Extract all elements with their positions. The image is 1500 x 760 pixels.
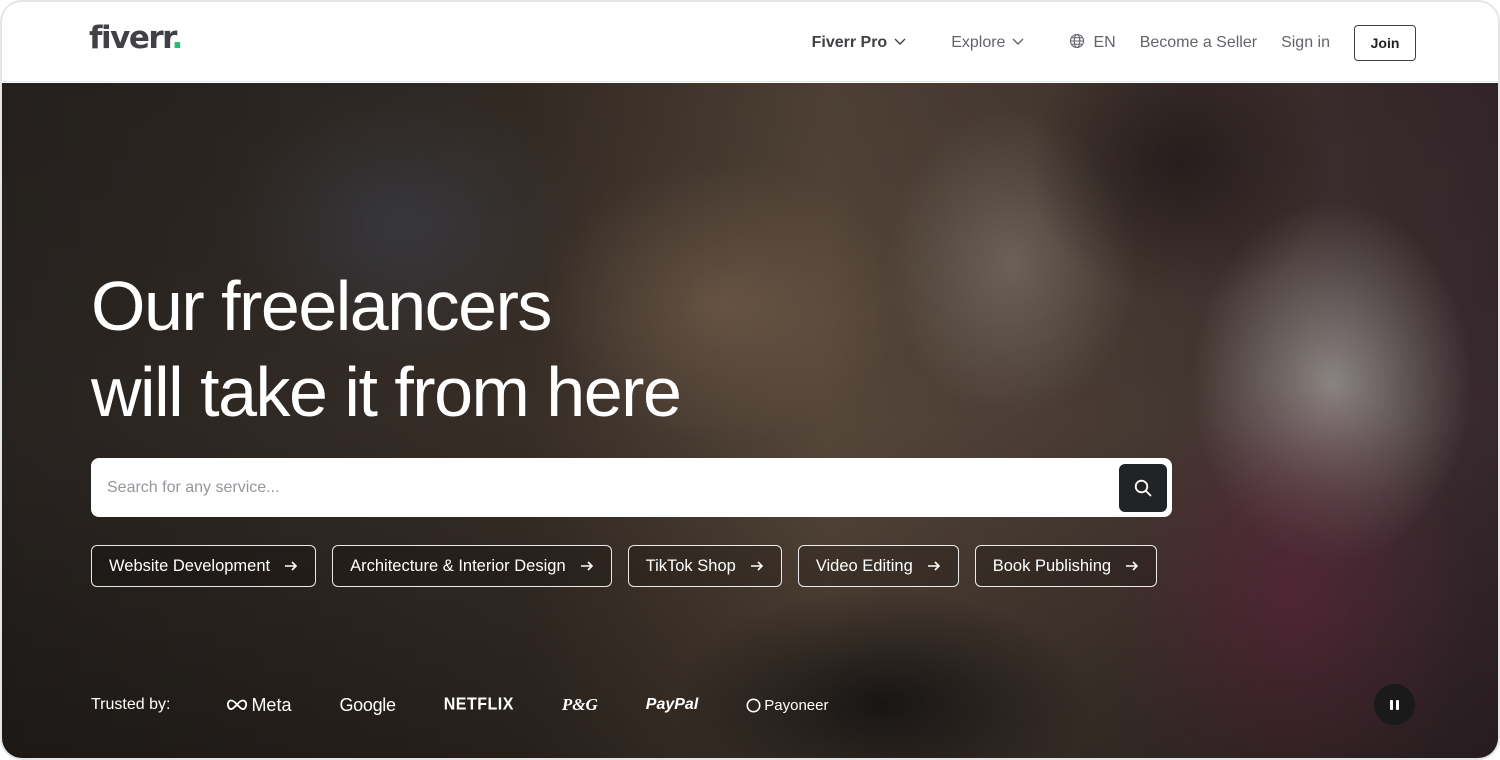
arrow-right-icon [284, 560, 298, 572]
nav-sign-in[interactable]: Sign in [1281, 34, 1330, 52]
site-header: fiverr. Fiverr Pro Explore EN Become a S… [2, 2, 1498, 82]
nav-language[interactable]: EN [1069, 33, 1116, 54]
nav-language-label: EN [1093, 34, 1116, 51]
search-icon [1134, 479, 1152, 497]
trusted-by-bar: Trusted by: Meta Google NETFLIX P&G PayP… [91, 693, 876, 717]
nav-explore[interactable]: Explore [951, 34, 1025, 53]
arrow-right-icon [927, 560, 941, 572]
logo-text: fiverr [89, 20, 173, 56]
search-input[interactable] [91, 458, 1119, 517]
top-nav: Fiverr Pro Explore EN Become a Seller Si… [788, 25, 1416, 61]
chip-label: Video Editing [815, 556, 913, 575]
brand-name: Payoneer [764, 696, 829, 714]
brand-logo-pg: P&G [561, 695, 598, 714]
headline-line-2: will take it from here [91, 353, 682, 431]
chip-label: Architecture & Interior Design [350, 556, 566, 575]
nav-fiverr-pro[interactable]: Fiverr Pro [812, 34, 908, 53]
globe-icon [1069, 33, 1085, 54]
fiverr-logo[interactable]: fiverr. [89, 20, 184, 56]
hero-headline: Our freelancers will take it from here [91, 263, 791, 435]
brand-logo-google: Google [339, 694, 396, 715]
trusted-by-label: Trusted by: [91, 696, 171, 713]
arrow-right-icon [580, 560, 594, 572]
brand-logo-payoneer: Payoneer [746, 697, 828, 714]
chip-label: Book Publishing [992, 556, 1112, 575]
chip-tiktok-shop[interactable]: TikTok Shop [627, 545, 782, 587]
browser-frame: fiverr. Fiverr Pro Explore EN Become a S… [0, 0, 1500, 760]
brand-name: Meta [251, 694, 292, 715]
chevron-down-icon [893, 34, 907, 53]
brand-logo-netflix: NETFLIX [443, 695, 514, 714]
logo-dot: . [171, 20, 184, 56]
join-button[interactable]: Join [1354, 25, 1416, 61]
popular-services: Website Development Architecture & Inter… [91, 545, 1173, 587]
chip-website-development[interactable]: Website Development [91, 545, 317, 587]
chip-book-publishing[interactable]: Book Publishing [974, 545, 1158, 587]
chevron-down-icon [1011, 34, 1025, 53]
nav-fiverr-pro-label: Fiverr Pro [811, 34, 888, 51]
pause-icon [1389, 699, 1401, 710]
arrow-right-icon [750, 560, 764, 572]
hero-content: Our freelancers will take it from here S… [2, 83, 1498, 758]
search-bar [91, 458, 1172, 517]
chip-video-editing[interactable]: Video Editing [797, 545, 959, 587]
chip-label: TikTok Shop [645, 556, 736, 575]
video-pause-button[interactable] [1374, 684, 1415, 725]
headline-line-1: Our freelancers [91, 267, 552, 345]
meta-infinity-icon [226, 699, 248, 711]
nav-become-seller[interactable]: Become a Seller [1140, 34, 1257, 52]
search-button[interactable] [1119, 463, 1167, 512]
brand-logo-meta: Meta [226, 695, 291, 716]
chip-architecture-interior-design[interactable]: Architecture & Interior Design [332, 545, 612, 587]
arrow-right-icon [1125, 560, 1139, 572]
chip-label: Website Development [109, 556, 271, 575]
hero-section: Our freelancers will take it from here S… [2, 83, 1498, 758]
nav-explore-label: Explore [951, 34, 1006, 51]
brand-logo-paypal: PayPal [645, 696, 699, 713]
payoneer-circle-icon [746, 698, 761, 713]
